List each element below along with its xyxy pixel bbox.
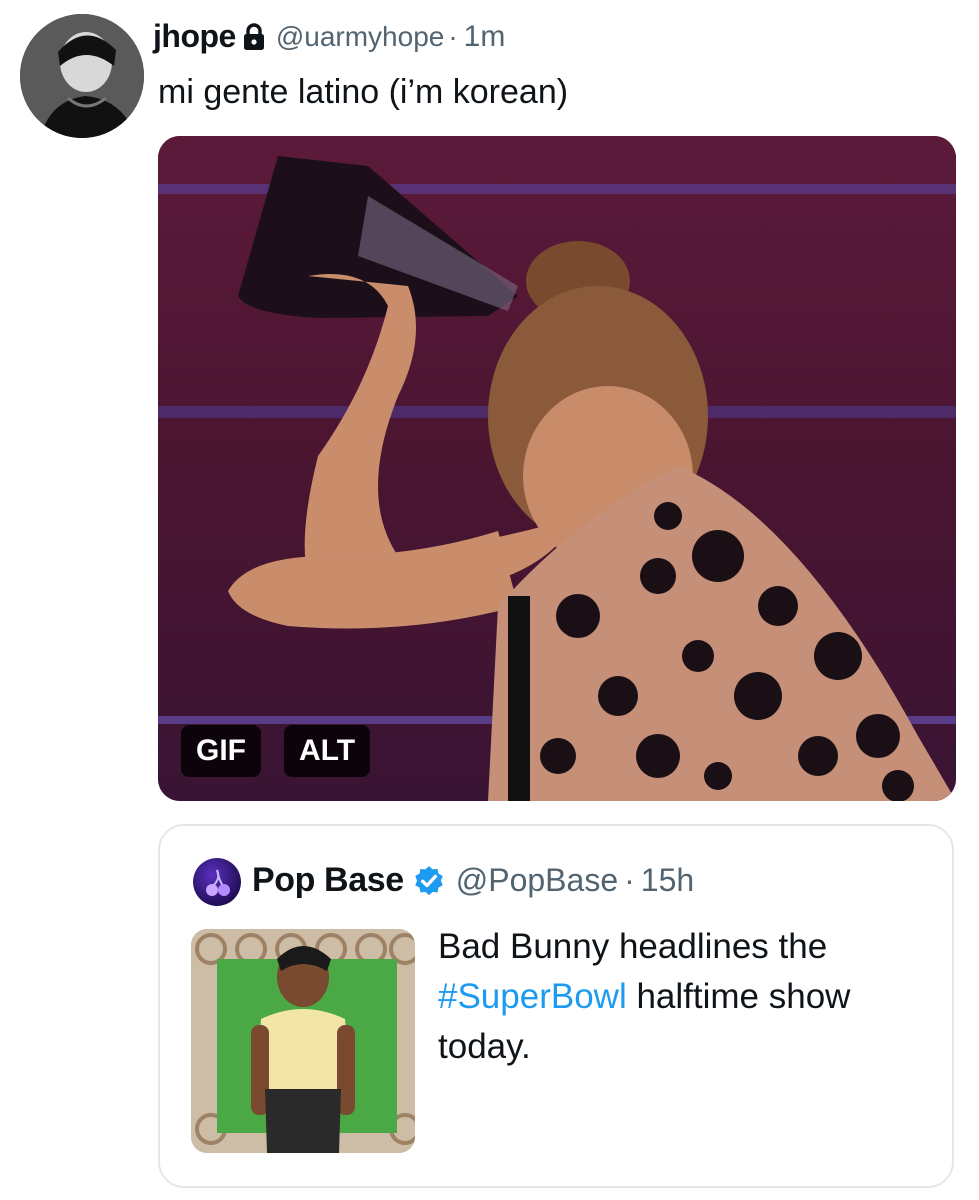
cherry-icon (206, 869, 230, 896)
gif-frame (158, 136, 956, 801)
handle[interactable]: @uarmyhope (276, 21, 445, 53)
quoted-handle[interactable]: @PopBase (456, 862, 618, 899)
gif-media[interactable] (158, 136, 956, 801)
hashtag-link[interactable]: #SuperBowl (438, 977, 627, 1016)
lock-icon (243, 22, 264, 50)
verified-icon (415, 865, 443, 895)
alt-text-button[interactable]: ALT (284, 725, 370, 777)
timestamp[interactable]: 1m (464, 20, 506, 54)
gif-badge: GIF (181, 725, 261, 777)
quoted-thumbnail[interactable] (191, 929, 415, 1153)
avatar[interactable] (20, 14, 144, 138)
quoted-text-before: Bad Bunny headlines the (438, 927, 828, 966)
quoted-timestamp[interactable]: 15h (641, 862, 694, 899)
quoted-header: Pop Base @PopBase · 15h (252, 861, 694, 900)
quoted-text: Bad Bunny headlines the #SuperBowl halft… (438, 922, 938, 1072)
quoted-photo (191, 929, 415, 1153)
display-name[interactable]: jhope (153, 18, 236, 55)
quoted-display-name[interactable]: Pop Base (252, 861, 404, 900)
quoted-avatar[interactable] (193, 858, 241, 906)
separator-dot: · (448, 20, 458, 52)
tweet-text: mi gente latino (i’m korean) (158, 73, 569, 111)
quoted-separator-dot: · (624, 862, 635, 898)
tweet-header: jhope @uarmyhope · 1m (153, 18, 505, 55)
avatar-photo (20, 14, 144, 138)
